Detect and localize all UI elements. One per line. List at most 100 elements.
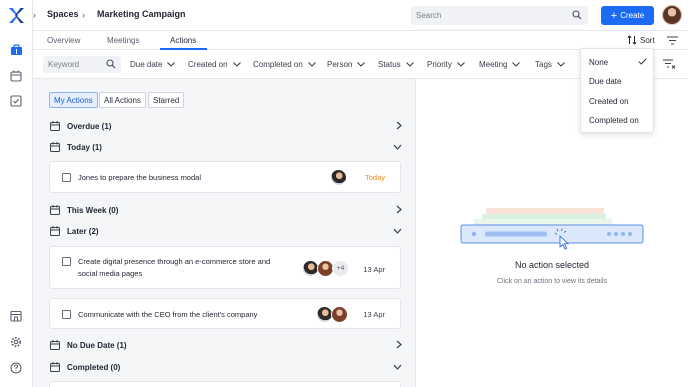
chevron-right-icon: › — [82, 10, 85, 20]
section-label: Later (2) — [67, 226, 99, 236]
user-avatar[interactable] — [662, 5, 682, 25]
section-later[interactable]: Later (2) — [50, 224, 402, 238]
action-card[interactable]: Communicate with the CEO from the client… — [49, 298, 401, 329]
app-logo-icon[interactable] — [8, 7, 25, 24]
action-card-partial — [49, 381, 401, 387]
chip-all-actions[interactable]: All Actions — [99, 92, 146, 108]
filter-label: Person — [327, 60, 353, 69]
chevron-right-icon: › — [33, 10, 36, 20]
filter-completed-on[interactable]: Completed on — [253, 60, 316, 69]
empty-state-illustration — [460, 208, 644, 250]
search-icon — [572, 10, 582, 20]
spaces-icon[interactable] — [9, 43, 23, 57]
tab-actions[interactable]: Actions — [170, 36, 196, 45]
chevron-right-icon — [396, 121, 402, 130]
section-label: Overdue (1) — [67, 121, 112, 131]
filter-priority[interactable]: Priority — [427, 60, 465, 69]
filter-label: Due date — [130, 60, 163, 69]
keyword-placeholder: Keyword — [48, 60, 80, 69]
chevron-down-icon — [393, 364, 402, 370]
calendar-icon — [50, 226, 60, 236]
filter-meeting[interactable]: Meeting — [479, 60, 521, 69]
section-no-due-date[interactable]: No Due Date (1) — [50, 338, 402, 352]
settings-gear-icon[interactable] — [9, 335, 23, 349]
sort-option-none[interactable]: None — [589, 58, 608, 67]
filter-status[interactable]: Status — [378, 60, 414, 69]
keyword-search-input[interactable]: Keyword — [43, 56, 121, 73]
chevron-down-icon — [512, 62, 521, 67]
chevron-down-icon — [557, 62, 565, 67]
action-title: Jones to prepare the business modal — [78, 173, 201, 182]
chip-starred[interactable]: Starred — [148, 92, 185, 108]
top-bar: › Spaces › Marketing Campaign Search + C… — [33, 0, 688, 31]
action-checkbox[interactable] — [62, 310, 71, 319]
filter-lines-icon[interactable] — [667, 36, 678, 45]
filter-due-date[interactable]: Due date — [130, 60, 176, 69]
chevron-down-icon — [232, 62, 241, 67]
filter-created-on[interactable]: Created on — [188, 60, 241, 69]
tab-overview[interactable]: Overview — [47, 36, 80, 45]
action-checkbox[interactable] — [62, 257, 71, 266]
calendar-icon[interactable] — [9, 69, 23, 83]
plus-icon: + — [610, 9, 618, 22]
action-card[interactable]: Create digital presence through an e-com… — [49, 246, 401, 289]
calendar-icon — [50, 121, 60, 131]
actions-list-panel: My Actions All Actions Starred Overdue (… — [33, 79, 416, 387]
section-completed[interactable]: Completed (0) — [50, 360, 402, 374]
chevron-right-icon — [396, 205, 402, 214]
tasks-icon[interactable] — [9, 94, 23, 108]
left-rail — [0, 0, 33, 387]
calendar-icon — [50, 142, 60, 152]
action-checkbox[interactable] — [62, 173, 71, 182]
search-icon — [106, 59, 116, 69]
section-label: Completed (0) — [67, 362, 121, 372]
breadcrumb-spaces[interactable]: Spaces — [47, 9, 79, 19]
action-due-date: Today — [364, 173, 385, 182]
tab-meetings[interactable]: Meetings — [107, 36, 139, 45]
check-icon — [638, 58, 647, 65]
sort-icon — [627, 35, 637, 45]
section-today[interactable]: Today (1) — [50, 140, 402, 154]
chevron-down-icon — [393, 144, 402, 150]
create-button-label: Create — [620, 11, 645, 20]
filter-settings-icon[interactable] — [663, 59, 675, 69]
filter-label: Priority — [427, 60, 452, 69]
search-input[interactable]: Search — [411, 6, 588, 25]
filter-label: Meeting — [479, 60, 508, 69]
create-button[interactable]: + Create — [601, 6, 654, 25]
section-label: No Due Date (1) — [67, 340, 127, 350]
calendar-icon — [50, 362, 60, 372]
filter-tags[interactable]: Tags — [535, 60, 565, 69]
chevron-down-icon — [393, 228, 402, 234]
action-due-date: 13 Apr — [363, 265, 385, 274]
action-title: Communicate with the CEO from the client… — [78, 310, 258, 319]
more-assignees-badge[interactable]: +4 — [332, 260, 349, 277]
chevron-down-icon — [307, 62, 316, 67]
filter-label: Tags — [535, 60, 552, 69]
action-title-line2: social media pages — [78, 269, 143, 278]
avatar — [331, 306, 348, 323]
section-this-week[interactable]: This Week (0) — [50, 203, 402, 217]
store-icon[interactable] — [9, 309, 23, 323]
filter-person[interactable]: Person — [327, 60, 366, 69]
section-label: This Week (0) — [67, 205, 119, 215]
calendar-icon — [50, 340, 60, 350]
section-overdue[interactable]: Overdue (1) — [50, 119, 402, 133]
action-due-date: 13 Apr — [363, 310, 385, 319]
sort-dropdown-menu: None Due date Created on Completed on — [580, 48, 654, 133]
sort-option-completed-on[interactable]: Completed on — [589, 116, 639, 125]
sort-option-due-date[interactable]: Due date — [589, 77, 621, 86]
chip-my-actions[interactable]: My Actions — [49, 92, 98, 108]
chevron-down-icon — [457, 62, 465, 67]
filter-label: Created on — [188, 60, 228, 69]
action-card[interactable]: Jones to prepare the business modal Toda… — [49, 161, 401, 193]
empty-state-title: No action selected — [514, 260, 590, 270]
action-title-line1: Create digital presence through an e-com… — [78, 257, 271, 266]
search-placeholder: Search — [416, 11, 442, 20]
sort-button[interactable]: Sort — [627, 35, 655, 45]
sort-option-created-on[interactable]: Created on — [589, 97, 629, 106]
filter-label: Completed on — [253, 60, 303, 69]
breadcrumb-current: Marketing Campaign — [97, 9, 186, 19]
help-icon[interactable] — [9, 361, 23, 375]
chevron-down-icon — [405, 62, 414, 67]
